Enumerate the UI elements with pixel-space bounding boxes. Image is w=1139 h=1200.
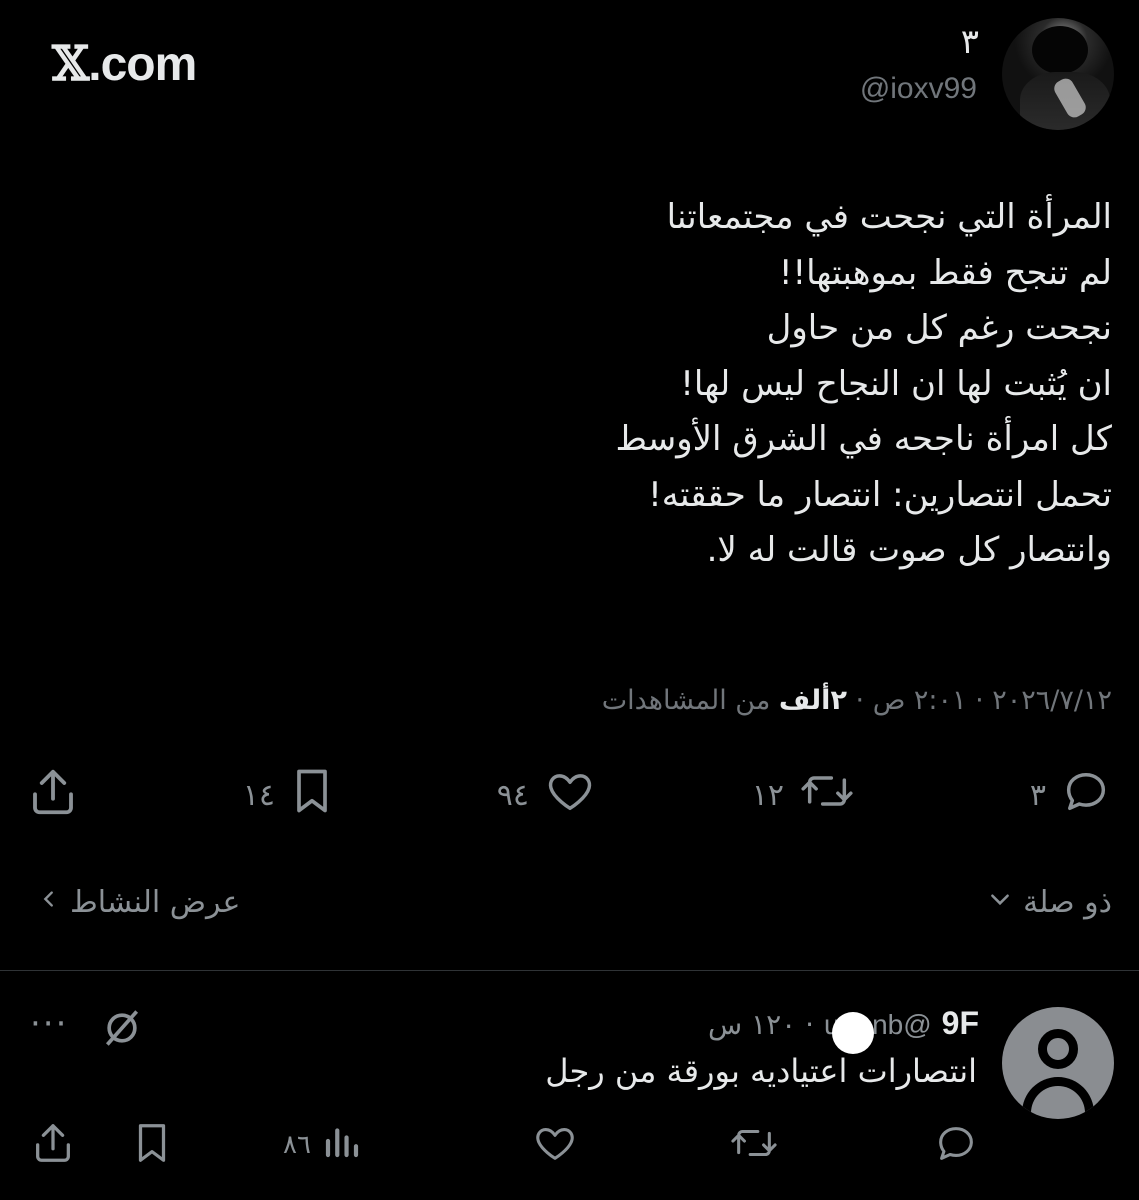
- repost-arrows-icon: [798, 765, 856, 825]
- brand-watermark: 𝕏.com: [52, 36, 197, 92]
- reply-count: ٣: [1029, 777, 1046, 813]
- bookmark-action[interactable]: ١٤: [243, 765, 335, 825]
- like-count: ٩٤: [496, 777, 529, 813]
- bookmark-icon: [132, 1120, 172, 1173]
- post-text-line: ان يُثبت لها ان النجاح ليس لها!: [680, 363, 1112, 404]
- reply-time: · ١٢٠ س: [708, 1008, 814, 1041]
- x-logo: 𝕏: [52, 36, 89, 92]
- activity-label: عرض النشاط: [70, 885, 241, 920]
- reply-bookmark-action[interactable]: [132, 1120, 172, 1173]
- speech-bubble-icon: [1060, 765, 1112, 825]
- reply-text: انتصارات اعتياديه بورقة من رجل: [545, 1052, 977, 1090]
- views-count: ٢ألف: [778, 685, 847, 716]
- repost-action[interactable]: ١٢: [752, 765, 856, 825]
- repost-count: ١٢: [751, 777, 784, 813]
- views-count: ٨٦: [283, 1129, 311, 1160]
- reply-action[interactable]: ٣: [1030, 765, 1112, 825]
- share-action[interactable]: [26, 765, 80, 827]
- views-label: من المشاهدات: [601, 685, 779, 716]
- post-text-line: نجحت رغم كل من حاول: [766, 308, 1112, 348]
- reply-repost-action[interactable]: [729, 1120, 779, 1173]
- brand-domain: .com: [88, 38, 197, 91]
- bar-chart-icon: [321, 1120, 363, 1169]
- reply-author-name[interactable]: 9F: [942, 1005, 979, 1042]
- post-date[interactable]: ٢٠٢٦/٧/١٢: [992, 685, 1112, 716]
- author-display-name[interactable]: ٣: [961, 22, 979, 62]
- post-meta: ٢٠٢٦/٧/١٢ · ٢:٠١ ص · ٢ألف من المشاهدات: [602, 685, 1112, 716]
- ellipsis-icon[interactable]: ···: [30, 1004, 68, 1044]
- share-upload-icon: [26, 765, 80, 827]
- bookmark-count: ١٤: [242, 777, 275, 813]
- post-text-line: وانتصار كل صوت قالت له لا.: [706, 530, 1112, 570]
- chevron-left-icon: [38, 885, 60, 920]
- post-text: المرأة التي نجحت في مجتمعاتنا لم تنجح فق…: [112, 190, 1112, 579]
- author-handle[interactable]: @ioxv99: [860, 72, 977, 106]
- post-text-line: المرأة التي نجحت في مجتمعاتنا: [666, 197, 1112, 237]
- bookmark-icon: [289, 765, 335, 825]
- meta-separator: ·: [966, 685, 993, 716]
- grok-slash-icon[interactable]: [100, 1006, 144, 1054]
- reply-author-avatar[interactable]: [1002, 1007, 1114, 1119]
- reply-views-action[interactable]: ٨٦: [283, 1120, 363, 1169]
- divider: [0, 970, 1139, 971]
- reply-like-action[interactable]: [531, 1120, 579, 1173]
- heart-icon: [531, 1120, 579, 1173]
- post-text-line: تحمل انتصارين: انتصار ما حققته!: [648, 474, 1112, 515]
- related-toggle[interactable]: ذو صلة: [987, 885, 1112, 920]
- like-action[interactable]: ٩٤: [497, 765, 597, 825]
- repost-arrows-icon: [729, 1120, 779, 1173]
- reply-time-value: ١٢٠ س: [707, 1008, 797, 1041]
- author-avatar[interactable]: [1002, 18, 1114, 130]
- post-text-line: كل امرأة ناجحه في الشرق الأوسط: [615, 419, 1112, 459]
- chevron-down-icon: [987, 885, 1013, 920]
- post-time[interactable]: ٢:٠١ ص: [873, 685, 967, 716]
- view-activity-link[interactable]: عرض النشاط: [38, 885, 240, 920]
- meta-separator: ·: [846, 685, 873, 716]
- reply-share-action[interactable]: [30, 1120, 76, 1173]
- heart-icon: [543, 765, 597, 825]
- related-label: ذو صلة: [1023, 885, 1112, 920]
- reply-reply-action[interactable]: [933, 1120, 979, 1173]
- share-upload-icon: [30, 1120, 76, 1173]
- meta-separator: ·: [796, 1008, 815, 1041]
- speech-bubble-icon: [933, 1120, 979, 1173]
- post-text-line: لم تنجح فقط بموهبتها!!: [778, 252, 1112, 293]
- sticker-dot: [832, 1012, 874, 1054]
